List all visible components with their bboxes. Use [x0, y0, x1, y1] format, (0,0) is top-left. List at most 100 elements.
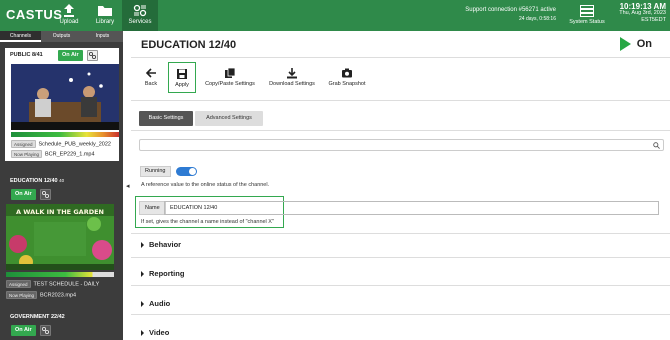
- caret-right-icon: [141, 301, 144, 308]
- channel-settings-button[interactable]: [87, 50, 98, 61]
- studio-preview-image: [11, 64, 119, 130]
- channel-card-public[interactable]: PUBLIC 8/41 On Air Assigned Schedule_PUB_…: [5, 48, 119, 161]
- apply-button[interactable]: Apply: [168, 62, 196, 93]
- channel-settings-button[interactable]: [40, 189, 51, 200]
- sidebar-tabs: Channels Outputs Inputs: [0, 31, 123, 42]
- now-playing-file: BCR2023.mp4: [40, 292, 77, 299]
- channel-controls: On Air: [5, 325, 119, 337]
- tab-inputs[interactable]: Inputs: [82, 31, 123, 42]
- channel-preview-thumbnail: A WALK IN THE GARDEN: [6, 204, 114, 270]
- copy-paste-settings-button[interactable]: Copy/Paste Settings: [201, 62, 259, 93]
- top-bar: CASTUS Upload Library Services Support c…: [0, 0, 670, 31]
- camera-icon: [342, 68, 352, 78]
- channel-settings-panel: EDUCATION 12/40 On Back Apply Copy/Paste…: [131, 31, 670, 340]
- on-air-button[interactable]: On Air: [11, 189, 36, 200]
- nav-library-button[interactable]: Library: [86, 0, 124, 31]
- now-playing-row: Now Playing BCR2023.mp4: [6, 291, 76, 299]
- running-label: Running: [140, 166, 171, 177]
- grab-snapshot-label: Grab Snapshot: [328, 81, 366, 87]
- divider: [131, 100, 670, 101]
- channel-controls: On Air: [5, 189, 119, 201]
- now-playing-file: BCR_EP229_1.mp4: [45, 151, 95, 158]
- channel-power-status: On: [636, 37, 652, 50]
- download-settings-label: Download Settings: [269, 81, 315, 87]
- system-status-label: System Status: [569, 19, 605, 25]
- nav-library-label: Library: [95, 19, 115, 25]
- assigned-schedule: TEST SCHEDULE - DAILY: [33, 281, 100, 288]
- assigned-tag: Assigned: [11, 140, 36, 148]
- arrow-left-icon: [145, 68, 156, 78]
- now-playing-row: Now Playing BCR_EP229_1.mp4: [11, 150, 95, 158]
- settings-icon: [41, 190, 50, 199]
- divider: [131, 130, 670, 131]
- nav-upload-button[interactable]: Upload: [50, 0, 88, 31]
- assigned-row: Assigned Schedule_PUB_weekly_2022: [11, 140, 111, 148]
- support-connection-text: Support connection #56271 active: [465, 7, 556, 13]
- divider: [131, 257, 670, 258]
- section-behavior[interactable]: Behavior: [141, 240, 181, 249]
- support-uptime-text: 24 days, 0:58:16: [519, 16, 556, 22]
- services-icon: [133, 4, 147, 17]
- channel-card-education[interactable]: EDUCATION 12/40 40 On Air A WALK IN THE …: [0, 174, 123, 304]
- running-toggle[interactable]: [176, 167, 197, 176]
- support-status[interactable]: Support connection #56271 active 24 days…: [465, 7, 556, 22]
- channel-settings-button[interactable]: [40, 325, 51, 336]
- download-settings-button[interactable]: Download Settings: [265, 62, 319, 93]
- on-air-button[interactable]: On Air: [58, 50, 83, 61]
- tab-channels[interactable]: Channels: [0, 31, 41, 42]
- caret-right-icon: [141, 271, 144, 278]
- back-button[interactable]: Back: [139, 62, 163, 93]
- channel-header: GOVERNMENT 22/42: [0, 310, 123, 325]
- tab-outputs[interactable]: Outputs: [41, 31, 82, 42]
- name-label: Name: [139, 201, 166, 215]
- channel-power-toggle[interactable]: On: [619, 37, 652, 51]
- clock-time: 10:19:13 AM: [619, 2, 666, 11]
- play-icon: [619, 37, 631, 51]
- nav-services-label: Services: [128, 19, 152, 25]
- channel-name: PUBLIC 8/41: [10, 52, 43, 58]
- channel-header: PUBLIC 8/41 On Air: [5, 48, 119, 63]
- download-icon: [287, 68, 297, 79]
- running-help-text: A reference value to the online status o…: [141, 182, 270, 188]
- grab-snapshot-button[interactable]: Grab Snapshot: [325, 62, 369, 93]
- tab-basic-settings[interactable]: Basic Settings: [139, 111, 193, 126]
- channel-preview-thumbnail: [11, 64, 119, 130]
- upload-icon: [64, 4, 74, 17]
- tab-advanced-settings[interactable]: Advanced Settings: [195, 111, 263, 126]
- assigned-schedule: Schedule_PUB_weekly_2022: [38, 141, 111, 148]
- settings-search-input[interactable]: [139, 139, 664, 151]
- system-status-button[interactable]: System Status: [566, 2, 608, 25]
- settings-icon: [88, 51, 97, 60]
- audio-level-meter: [11, 132, 119, 137]
- apply-label: Apply: [175, 82, 189, 88]
- page-title: EDUCATION 12/40: [141, 39, 237, 51]
- nav-services-button[interactable]: Services: [122, 0, 158, 31]
- folder-icon: [98, 6, 112, 16]
- name-field[interactable]: EDUCATION 12/40: [164, 201, 659, 215]
- clock-date: Thu, Aug 3rd, 2023: [619, 10, 666, 16]
- now-playing-tag: Now Playing: [6, 291, 38, 299]
- copy-icon: [225, 67, 236, 78]
- on-air-button[interactable]: On Air: [11, 325, 36, 336]
- assigned-row: Assigned TEST SCHEDULE - DAILY: [6, 280, 99, 288]
- clock-timezone: EST5EDT: [641, 17, 666, 23]
- channel-sidebar: Channels Outputs Inputs PUBLIC 8/41 On A…: [0, 31, 123, 340]
- channel-header: EDUCATION 12/40 40: [0, 174, 123, 189]
- audio-level-meter: [6, 272, 114, 277]
- section-reporting[interactable]: Reporting: [141, 269, 184, 278]
- thumbnail-title: A WALK IN THE GARDEN: [16, 208, 104, 216]
- divider: [131, 314, 670, 315]
- save-icon: [177, 69, 187, 79]
- channel-card-government[interactable]: GOVERNMENT 22/42 On Air: [0, 310, 123, 340]
- server-icon: [580, 5, 594, 17]
- search-icon: [653, 142, 660, 149]
- section-audio[interactable]: Audio: [141, 299, 170, 308]
- section-video[interactable]: Video: [141, 328, 169, 337]
- back-label: Back: [144, 81, 158, 87]
- divider: [131, 233, 670, 234]
- sidebar-collapse-handle[interactable]: ◂: [126, 182, 130, 190]
- settings-icon: [41, 326, 50, 335]
- name-help-text: If set, gives the channel a name instead…: [141, 219, 274, 225]
- channel-name: EDUCATION 12/40 40: [10, 178, 65, 184]
- clock: 10:19:13 AM Thu, Aug 3rd, 2023 EST5EDT: [619, 3, 666, 24]
